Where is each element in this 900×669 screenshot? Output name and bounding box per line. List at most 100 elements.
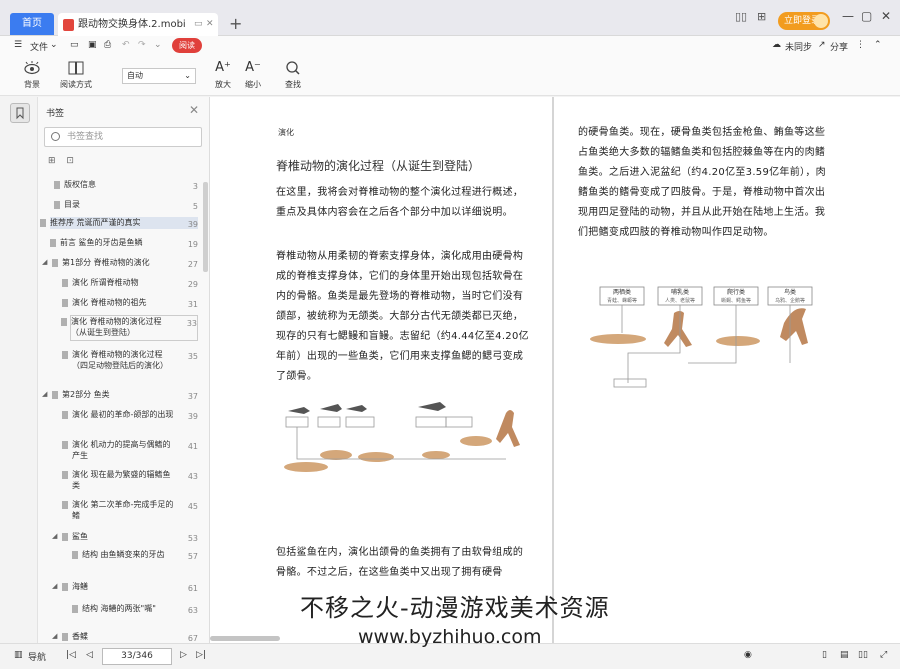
- zoom-select[interactable]: 自动 ⌄: [122, 68, 196, 84]
- eye-care-icon[interactable]: ◉: [744, 650, 752, 660]
- background-button[interactable]: 背景: [18, 60, 46, 90]
- hamburger-icon[interactable]: ☰: [14, 40, 22, 50]
- close-icon[interactable]: ✕: [189, 103, 199, 117]
- dual-page-icon[interactable]: ▯▯: [858, 650, 868, 660]
- toc-item[interactable]: 演化 最初的革命-颌部的出现 39: [62, 409, 198, 433]
- toc-item[interactable]: 结构 海鳝的两张"嘴" 63: [72, 603, 198, 615]
- window-icon[interactable]: ▭: [194, 13, 203, 36]
- toc-item[interactable]: 结构 由鱼鳞变来的牙齿 57: [72, 549, 198, 573]
- expand-toggle-icon[interactable]: ◢: [42, 389, 47, 400]
- toc-item[interactable]: 演化 脊椎动物的演化过程（四足动物登陆后的演化） 35: [62, 349, 198, 385]
- cloud-icon[interactable]: ☁: [772, 40, 781, 50]
- toc-item-label: 目录: [64, 200, 80, 209]
- toc-item[interactable]: ◢ 第1部分 脊椎动物的演化 27: [42, 257, 198, 269]
- expand-toggle-icon[interactable]: ◢: [42, 257, 47, 268]
- nav-panel-icon[interactable]: ▥: [14, 650, 23, 660]
- toc-item[interactable]: ◢ 鲨鱼 53: [52, 531, 198, 543]
- fig-label: 鸟类: [784, 288, 796, 296]
- add-bookmark-icon[interactable]: ⊡: [66, 156, 74, 166]
- last-page-icon[interactable]: ▷|: [196, 650, 206, 660]
- toc-item-page: 53: [187, 534, 198, 543]
- toc-item[interactable]: 前言 鲨鱼的牙齿是鱼鳞 19: [50, 237, 198, 249]
- toc-item-page: 19: [187, 240, 198, 249]
- window-close-icon[interactable]: ✕: [881, 9, 891, 23]
- tab-home[interactable]: 首页: [10, 13, 54, 35]
- background-label: 背景: [24, 80, 40, 89]
- share-icon[interactable]: ↗: [818, 40, 826, 50]
- read-mode-button[interactable]: 阅读方式: [56, 60, 96, 90]
- toc-item[interactable]: 演化 现在最为繁盛的辐鳍鱼类 43: [62, 469, 198, 493]
- toc-item[interactable]: ◢ 香鲽 67: [52, 631, 198, 643]
- expand-toggle-icon[interactable]: ◢: [52, 581, 57, 592]
- bookmark-icon: [62, 279, 68, 287]
- close-icon[interactable]: ✕: [206, 13, 214, 36]
- next-page-icon[interactable]: ▷: [180, 650, 187, 660]
- bookmark-panel-button[interactable]: [10, 103, 30, 123]
- first-page-icon[interactable]: |◁: [66, 650, 76, 660]
- chevron-down-icon[interactable]: ⌄: [50, 40, 58, 50]
- bookmark-icon: [54, 181, 60, 189]
- sidebar-scrollbar[interactable]: [203, 182, 208, 272]
- open-folder-icon[interactable]: ▭: [70, 40, 79, 50]
- expand-toggle-icon[interactable]: ◢: [52, 631, 57, 642]
- tab-document[interactable]: 跟动物交换身体.2.mobi ▭ ✕: [58, 13, 218, 36]
- toc-item-page: 5: [192, 202, 198, 211]
- bookmark-icon: [52, 259, 58, 267]
- toc-item[interactable]: 版权信息 3: [54, 179, 198, 191]
- tetrapod-evolution-figure: 两栖类 哺乳类 爬行类 鸟类 青蛙、蝾螈等 人类、老鼠等 蜥蜴、鳄鱼等 乌鸦、企…: [590, 286, 813, 388]
- toc-item-page: 41: [187, 442, 198, 451]
- zoom-in-button[interactable]: A⁺ 放大: [212, 60, 234, 90]
- toc-item-label: 第1部分 脊椎动物的演化: [62, 258, 150, 267]
- expand-toggle-icon[interactable]: ◢: [52, 531, 57, 542]
- redo-icon[interactable]: ↷: [138, 40, 146, 50]
- watermark-text: 不移之火-动漫游戏美术资源: [300, 594, 610, 622]
- bookmark-icon: [40, 219, 46, 227]
- new-tab-button[interactable]: +: [229, 14, 242, 33]
- login-button[interactable]: 立即登录: [778, 12, 830, 30]
- toc-item[interactable]: 目录 5: [54, 199, 198, 211]
- save-icon[interactable]: ▣: [88, 40, 97, 50]
- read-mode-label: 阅读方式: [60, 80, 92, 89]
- print-icon[interactable]: ⎙: [104, 40, 111, 50]
- grid-icon[interactable]: ⊞: [757, 10, 766, 23]
- page-number-input[interactable]: 33/346: [102, 648, 172, 665]
- nav-label[interactable]: 导航: [28, 650, 46, 663]
- bookmark-icon: [72, 605, 78, 613]
- expand-all-icon[interactable]: ⊞: [48, 156, 56, 166]
- toc-item[interactable]: 推荐序 荒诞而严谨的真实 39: [40, 217, 198, 229]
- left-rail: [0, 97, 38, 643]
- share-label[interactable]: 分享: [830, 40, 848, 53]
- minimize-icon[interactable]: —: [842, 9, 854, 23]
- single-page-icon[interactable]: ▯: [822, 650, 827, 660]
- toc-item[interactable]: 演化 第二次革命-完成手足的鳍 45: [62, 499, 198, 523]
- collapse-icon[interactable]: ⌃: [874, 40, 882, 50]
- continuous-page-icon[interactable]: ▤: [840, 650, 849, 660]
- toc-item[interactable]: 演化 脊椎动物的祖先 31: [62, 297, 198, 309]
- toc-item[interactable]: 演化 脊椎动物的演化过程（从诞生到登陆） 33: [61, 315, 198, 341]
- horizontal-scrollbar[interactable]: [210, 636, 280, 641]
- menu-file[interactable]: 文件: [30, 40, 48, 53]
- toc-item[interactable]: 演化 机动力的提高与偶鳍的产生 41: [62, 439, 198, 463]
- fullscreen-icon[interactable]: ⤢: [880, 650, 887, 660]
- toc-item[interactable]: 演化 所谓脊椎动物 29: [62, 277, 198, 289]
- read-mode-badge[interactable]: 阅读: [172, 38, 202, 53]
- prev-page-icon[interactable]: ◁: [86, 650, 93, 660]
- dropdown-icon[interactable]: ⌄: [154, 40, 162, 50]
- toc-item-page: 39: [187, 412, 198, 421]
- toc-item-page: 43: [187, 472, 198, 481]
- bookmark-icon: [62, 471, 68, 479]
- zoom-out-button[interactable]: A⁻ 缩小: [242, 60, 264, 90]
- fig-label: 哺乳类: [671, 288, 689, 296]
- book-icon: [68, 61, 84, 75]
- unsynced-label[interactable]: 未同步: [785, 40, 812, 53]
- toc-item[interactable]: ◢ 海鳝 61: [52, 581, 198, 593]
- find-button[interactable]: 查找: [282, 60, 304, 90]
- page-left: 演化 脊椎动物的演化过程（从诞生到登陆） 在这里，我将会对脊椎动物的整个演化过程…: [210, 97, 552, 643]
- layout-icon[interactable]: ▯▯: [735, 10, 747, 23]
- maximize-icon[interactable]: ▢: [861, 9, 872, 23]
- toc-item-page: 61: [187, 584, 198, 593]
- undo-icon[interactable]: ↶: [122, 40, 130, 50]
- more-icon[interactable]: ⋮: [856, 40, 865, 50]
- bookmark-search-input[interactable]: 书签查找: [44, 127, 202, 147]
- toc-item[interactable]: ◢ 第2部分 鱼类 37: [42, 389, 198, 401]
